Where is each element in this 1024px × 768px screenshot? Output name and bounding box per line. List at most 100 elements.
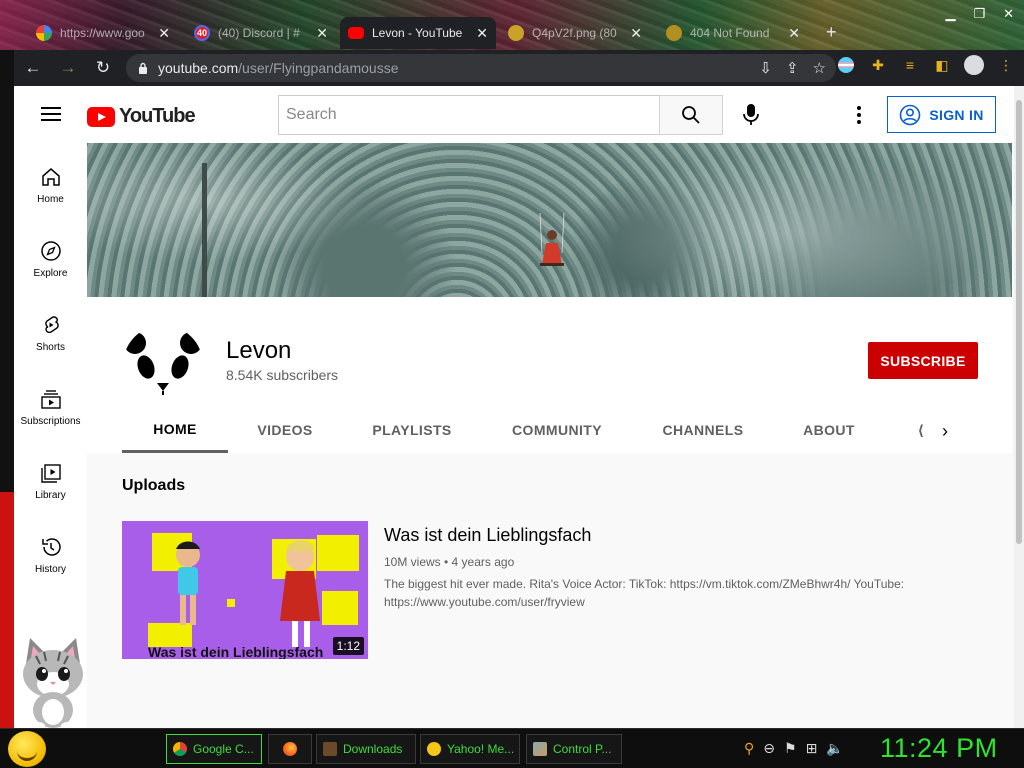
compass-icon xyxy=(40,240,61,261)
share-icon[interactable]: ⇪ xyxy=(786,59,799,77)
discord-icon: 40 xyxy=(194,25,210,41)
page-scrollbar[interactable] xyxy=(1014,86,1024,728)
bookmark-star-icon[interactable]: ☆ xyxy=(813,59,826,77)
tray-search-icon[interactable]: ⚲ xyxy=(744,740,754,757)
browser-tab-youtube[interactable]: Levon - YouTube ✕ xyxy=(340,17,496,49)
browser-tab-404[interactable]: 404 Not Found ✕ xyxy=(658,17,808,49)
notification-badge: 40 xyxy=(195,27,208,39)
forward-arrow-icon[interactable]: → xyxy=(52,54,84,82)
video-description: The biggest hit ever made. Rita's Voice … xyxy=(384,577,905,609)
guide-item-explore[interactable]: Explore xyxy=(14,227,87,291)
tab-search-partial-icon[interactable]: ⟨ xyxy=(914,407,928,453)
banner-swing-figure xyxy=(539,213,565,266)
channel-header: Levon 8.54K subscribers SUBSCRIBE HOME V… xyxy=(87,297,1012,453)
tab-playlists[interactable]: PLAYLISTS xyxy=(342,407,482,453)
browser-tab-google[interactable]: https://www.goo ✕ xyxy=(28,17,178,49)
tab-community[interactable]: COMMUNITY xyxy=(482,407,632,453)
lock-icon xyxy=(139,62,147,74)
guide-item-home[interactable]: Home xyxy=(14,153,87,217)
yahoo-messenger-icon xyxy=(427,742,441,756)
settings-kebab-icon[interactable] xyxy=(857,106,861,124)
taskbar-item-chrome[interactable]: Google C... xyxy=(166,734,262,764)
browser-tab-strip: https://www.goo ✕ 40 (40) Discord | # ✕ … xyxy=(0,0,1024,50)
start-smiley-button[interactable] xyxy=(8,731,46,767)
taskbar-label: Control P... xyxy=(553,742,612,756)
chrome-icon xyxy=(173,742,187,756)
address-bar[interactable]: youtube.com/user/Flyingpandamousse ⇩ ⇪ ☆ xyxy=(126,54,836,82)
close-tab-icon[interactable]: ✕ xyxy=(476,25,488,42)
new-tab-button[interactable]: + xyxy=(826,22,837,43)
guide-item-history[interactable]: History xyxy=(14,523,87,587)
puzzle-extensions-icon[interactable]: ✚ xyxy=(868,55,888,75)
taskbar-item-downloads[interactable]: Downloads xyxy=(316,734,416,764)
scrollbar-thumb[interactable] xyxy=(1016,100,1022,544)
history-icon xyxy=(41,537,61,556)
search-button[interactable] xyxy=(659,95,723,135)
taskbar-item-control-panel[interactable]: Control P... xyxy=(526,734,622,764)
close-tab-icon[interactable]: ✕ xyxy=(316,25,328,42)
tray-network-icon[interactable]: ⊞ xyxy=(806,740,818,757)
chevron-right-icon[interactable]: › xyxy=(942,421,948,442)
uploads-section-title[interactable]: Uploads xyxy=(122,477,185,495)
tab-title: https://www.goo xyxy=(60,26,145,40)
browser-tab-discord[interactable]: 40 (40) Discord | # ✕ xyxy=(186,17,336,49)
menu-kebab-icon[interactable]: ⋮ xyxy=(996,55,1016,75)
tray-flag-icon[interactable]: ⚑ xyxy=(784,740,797,757)
media-control-icon[interactable]: ≡ xyxy=(900,55,920,75)
guide-item-shorts[interactable]: Shorts xyxy=(14,301,87,365)
taskbar-label: Downloads xyxy=(343,742,403,756)
taskbar-clock[interactable]: 11:24 PM xyxy=(880,733,998,764)
url-host: youtube.com xyxy=(158,60,239,76)
subscriptions-icon xyxy=(40,389,61,409)
tray-status-icon[interactable]: ⊖ xyxy=(763,740,775,757)
subscribe-button[interactable]: SUBSCRIBE xyxy=(868,342,978,379)
hamburger-menu-icon[interactable] xyxy=(41,107,61,121)
profile-avatar-icon[interactable] xyxy=(964,55,984,75)
guide-label: Library xyxy=(35,489,66,501)
youtube-logo[interactable]: YouTube xyxy=(87,105,196,128)
tab-videos[interactable]: VIDEOS xyxy=(228,407,342,453)
video-meta: 10M views • 4 years ago xyxy=(384,555,515,569)
window-controls: ▁ ❐ ✕ xyxy=(945,6,1014,22)
guide-item-library[interactable]: Library xyxy=(14,449,87,513)
video-title[interactable]: Was ist dein Lieblingsfach xyxy=(384,525,591,546)
taskbar-item-firefox[interactable] xyxy=(268,734,312,764)
thumbnail-caption: Was ist dein Lieblingsfach xyxy=(148,644,324,659)
taskbar-item-yahoo-messenger[interactable]: Yahoo! Me... xyxy=(420,734,520,764)
video-thumbnail[interactable]: Was ist dein Lieblingsfach 1:12 xyxy=(122,521,368,659)
close-tab-icon[interactable]: ✕ xyxy=(630,25,642,42)
reload-icon[interactable]: ↻ xyxy=(87,54,119,82)
back-arrow-icon[interactable]: ← xyxy=(17,54,49,82)
close-window-icon[interactable]: ✕ xyxy=(1003,6,1014,22)
sign-in-button[interactable]: SIGN IN xyxy=(887,96,996,133)
shorts-icon xyxy=(44,315,59,333)
close-tab-icon[interactable]: ✕ xyxy=(158,25,170,42)
install-app-icon[interactable]: ⇩ xyxy=(759,59,772,77)
maximize-icon[interactable]: ❐ xyxy=(973,6,985,22)
channel-avatar[interactable] xyxy=(123,325,203,405)
tab-channels[interactable]: CHANNELS xyxy=(632,407,774,453)
guide-label: Explore xyxy=(33,267,68,279)
minimize-icon[interactable]: ▁ xyxy=(945,6,955,22)
side-panel-icon[interactable]: ◧ xyxy=(932,55,952,75)
url-path: /user/Flyingpandamousse xyxy=(238,60,399,76)
desktop-edge xyxy=(0,50,14,730)
tray-volume-icon[interactable]: 🔈 xyxy=(826,740,843,757)
library-icon xyxy=(40,463,61,483)
account-circle-icon xyxy=(900,104,921,125)
microphone-icon[interactable] xyxy=(741,103,761,132)
close-tab-icon[interactable]: ✕ xyxy=(788,25,800,42)
tab-about[interactable]: ABOUT xyxy=(774,407,884,453)
flag-extension-icon[interactable] xyxy=(836,55,856,75)
tab-title: 404 Not Found xyxy=(690,26,770,40)
subscriber-count: 8.54K subscribers xyxy=(226,367,339,383)
guide-label: Shorts xyxy=(36,341,65,353)
guide-item-subscriptions[interactable]: Subscriptions xyxy=(14,375,87,439)
firefox-icon xyxy=(283,742,297,756)
guide-label: Subscriptions xyxy=(20,415,81,427)
browser-tab-image[interactable]: Q4pV2f.png (80 ✕ xyxy=(500,17,650,49)
search-input[interactable]: Search xyxy=(278,95,660,135)
tab-home[interactable]: HOME xyxy=(122,407,228,453)
extensions-area: ✚ ≡ ◧ ⋮ xyxy=(836,55,1016,75)
taskbar-label: Google C... xyxy=(193,742,254,756)
